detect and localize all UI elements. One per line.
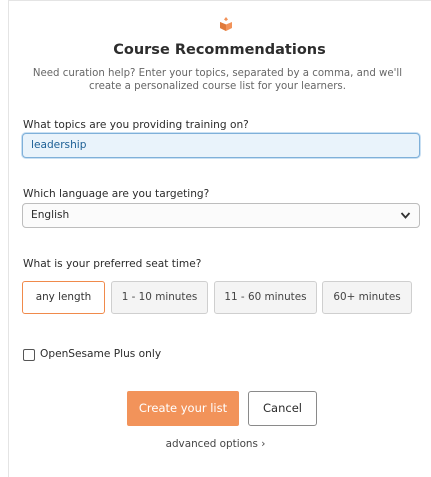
cancel-button[interactable]: Cancel: [248, 391, 317, 426]
seat-time-any-length-button[interactable]: any length: [22, 281, 105, 314]
language-select[interactable]: English: [22, 203, 420, 228]
opensesame-logo-icon: [220, 17, 232, 31]
seat-time-1-10-button[interactable]: 1 - 10 minutes: [111, 281, 208, 314]
page-subtitle: Need curation help? Enter your topics, s…: [32, 68, 403, 92]
seat-time-60-plus-button[interactable]: 60+ minutes: [322, 281, 412, 314]
language-selected-value: English: [31, 209, 70, 221]
page-title: Course Recommendations: [113, 42, 326, 58]
topics-input[interactable]: leadership: [22, 133, 420, 158]
chevron-down-icon: [400, 212, 411, 219]
seat-time-11-60-button[interactable]: 11 - 60 minutes: [214, 281, 317, 314]
create-list-button[interactable]: Create your list: [127, 391, 239, 426]
plus-only-checkbox[interactable]: [23, 349, 35, 361]
advanced-options-link[interactable]: advanced options ›: [0, 438, 431, 450]
seat-time-label: What is your preferred seat time?: [23, 258, 202, 270]
language-label: Which language are you targeting?: [23, 188, 210, 200]
topics-label: What topics are you providing training o…: [23, 119, 249, 131]
plus-only-label[interactable]: OpenSesame Plus only: [40, 348, 161, 360]
